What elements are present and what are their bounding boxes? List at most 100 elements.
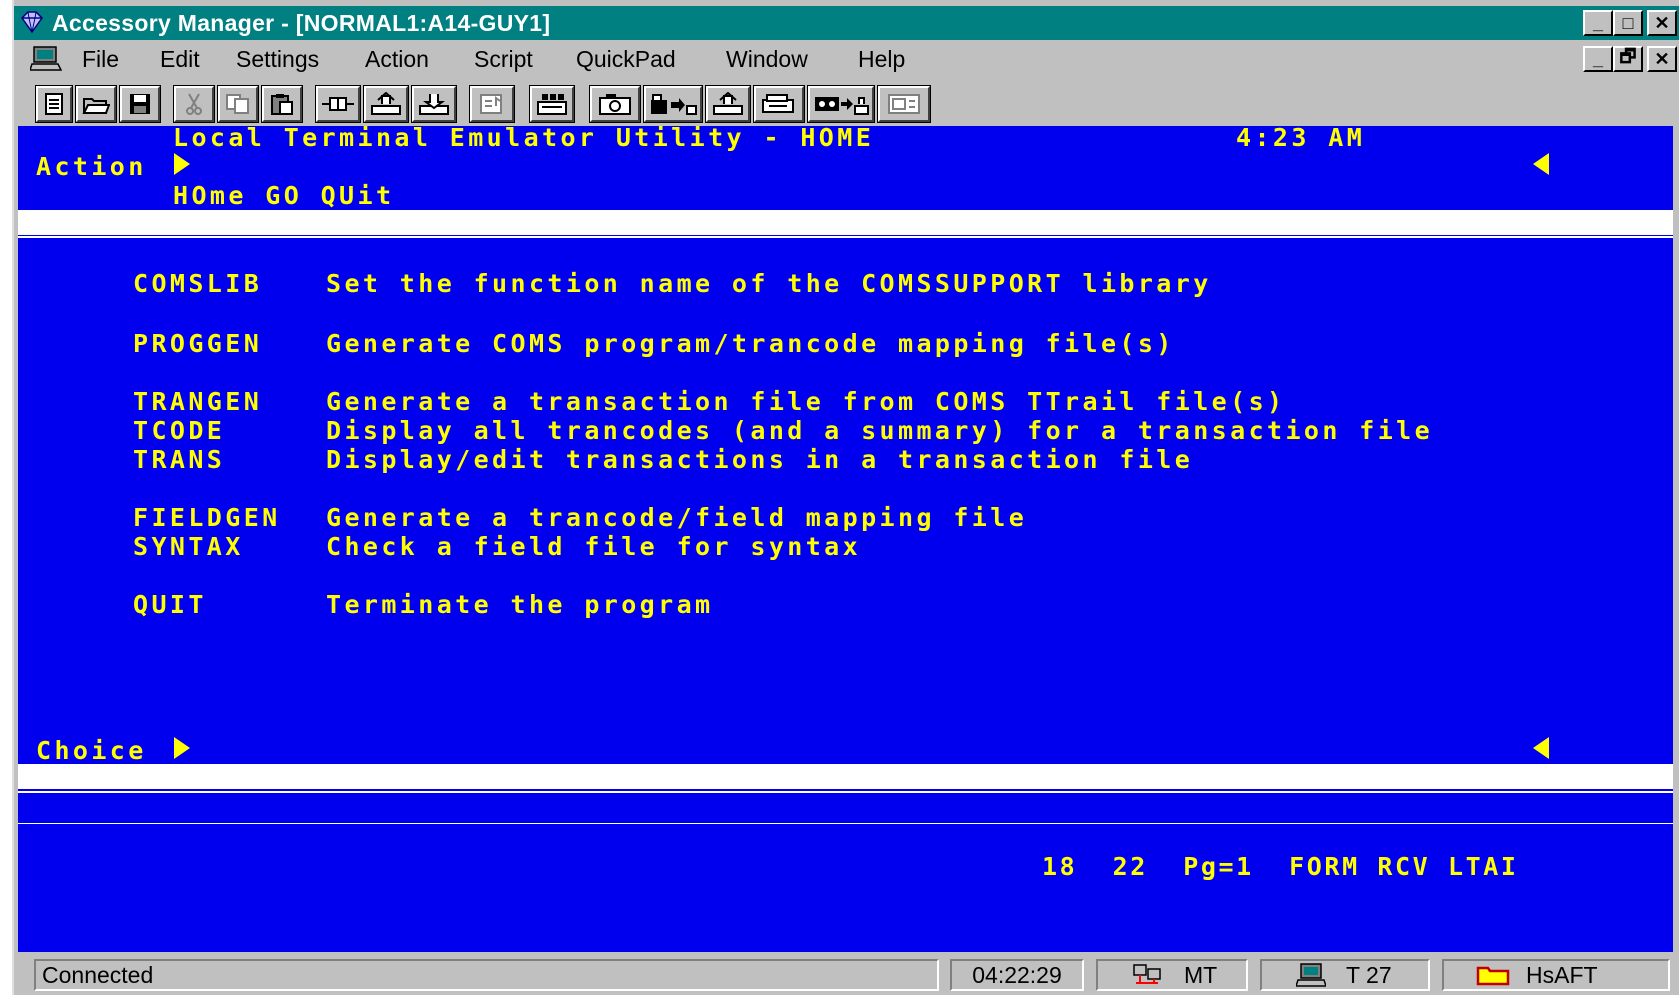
paste-icon: [271, 94, 293, 115]
save-disk-icon: [130, 94, 150, 114]
field-start-arrow-icon: [174, 153, 190, 175]
menu-file[interactable]: File: [82, 46, 119, 73]
menu-settings[interactable]: Settings: [236, 46, 319, 73]
close-icon: ✕: [1654, 48, 1670, 69]
receive-tray-icon: [419, 94, 449, 115]
print-screen-button[interactable]: [705, 85, 751, 123]
terminal-screen[interactable]: Local Terminal Emulator Utility - HOME 4…: [18, 126, 1673, 952]
window-title: Accessory Manager - [NORMAL1:A14-GUY1]: [52, 10, 551, 36]
menu-code-syntax[interactable]: SYNTAX: [133, 532, 244, 561]
menu-desc-syntax: Check a field file for syntax: [326, 532, 862, 561]
menu-script[interactable]: Script: [474, 46, 533, 73]
screen-title: Local Terminal Emulator Utility - HOME: [173, 126, 875, 152]
transfer-icon: [480, 94, 502, 114]
divider: [18, 823, 1673, 824]
flags-panel[interactable]: HsAFT: [1442, 959, 1670, 991]
open-folder-icon: [82, 98, 110, 114]
close-icon: ✕: [1654, 12, 1670, 33]
keyboard-map-button[interactable]: [529, 85, 575, 123]
clock-panel: 04:22:29: [950, 959, 1084, 991]
title-bar[interactable]: Accessory Manager - [NORMAL1:A14-GUY1] _…: [14, 6, 1679, 40]
save-button[interactable]: [119, 85, 161, 123]
restore-icon: 🗗: [1619, 46, 1637, 66]
choice-label: Choice: [36, 736, 147, 765]
child-restore-button[interactable]: 🗗: [1613, 46, 1643, 72]
send-button[interactable]: [363, 85, 409, 123]
mode-indicator: MT: [1184, 961, 1218, 988]
receive-button[interactable]: [411, 85, 457, 123]
menu-desc-trans: Display/edit transactions in a transacti…: [326, 445, 1194, 474]
settings-tray-icon: [762, 94, 794, 113]
close-button[interactable]: ✕: [1647, 10, 1677, 36]
menu-code-trans[interactable]: TRANS: [133, 445, 225, 474]
menu-code-quit[interactable]: QUIT: [133, 590, 207, 619]
maximize-icon: □: [1622, 12, 1634, 33]
cut-icon: [186, 93, 202, 115]
menu-bar: File Edit Settings Action Script QuickPa…: [14, 42, 1679, 76]
choice-input-field[interactable]: [18, 764, 1673, 789]
menu-desc-tcode: Display all trancodes (and a summary) fo…: [326, 416, 1434, 445]
cut-button[interactable]: [173, 85, 215, 123]
record-button[interactable]: [807, 85, 875, 123]
child-minimize-button[interactable]: _: [1583, 46, 1613, 72]
print-button[interactable]: [643, 85, 703, 123]
terminal-id: T 27: [1346, 961, 1392, 988]
menu-quickpad[interactable]: QuickPad: [576, 46, 676, 73]
panel-icon: [888, 94, 920, 114]
status-panel: Connected: [34, 959, 939, 991]
network-icon: [1133, 964, 1161, 984]
child-close-button[interactable]: ✕: [1647, 46, 1677, 72]
connect-button[interactable]: [315, 85, 361, 123]
menu-code-tcode[interactable]: TCODE: [133, 416, 225, 445]
record-tape-icon: [815, 97, 869, 115]
gem-app-icon[interactable]: [18, 10, 46, 40]
menu-code-comslib[interactable]: COMSLIB: [133, 269, 262, 298]
field-end-arrow-icon: [1533, 737, 1549, 759]
menu-code-trangen[interactable]: TRANGEN: [133, 387, 262, 416]
divider: [18, 791, 1673, 793]
minimize-icon: _: [1592, 48, 1603, 69]
app-window: Accessory Manager - [NORMAL1:A14-GUY1] _…: [12, 0, 1679, 995]
terminal-panel[interactable]: T 27: [1260, 959, 1430, 991]
copy-button[interactable]: [217, 85, 259, 123]
connection-status: Connected: [42, 961, 154, 988]
keyboard-map-icon: [537, 94, 567, 115]
print-screen-icon: [713, 92, 743, 115]
menu-edit[interactable]: Edit: [160, 46, 200, 73]
field-end-arrow-icon: [1533, 153, 1549, 175]
mode-panel[interactable]: MT: [1096, 959, 1248, 991]
settings-button[interactable]: [753, 85, 805, 123]
computer-system-menu-icon[interactable]: [28, 46, 63, 78]
maximize-button[interactable]: □: [1613, 10, 1643, 36]
session-flags: HsAFT: [1526, 961, 1598, 988]
menu-code-fieldgen[interactable]: FIELDGEN: [133, 503, 281, 532]
paste-button[interactable]: [261, 85, 303, 123]
menu-code-proggen[interactable]: PROGGEN: [133, 329, 262, 358]
menu-desc-proggen: Generate COMS program/trancode mapping f…: [326, 329, 1175, 358]
minimize-button[interactable]: _: [1583, 10, 1613, 36]
menu-desc-comslib: Set the function name of the COMSSUPPORT…: [326, 269, 1212, 298]
send-tray-icon: [371, 92, 401, 115]
transfer-button[interactable]: [469, 85, 515, 123]
field-start-arrow-icon: [174, 737, 190, 759]
panel-button[interactable]: [877, 85, 931, 123]
menu-help[interactable]: Help: [858, 46, 905, 73]
actions-line: HOme GO QUit: [173, 181, 395, 210]
menu-window[interactable]: Window: [726, 46, 808, 73]
folder-icon: [1476, 966, 1510, 986]
capture-button[interactable]: [589, 85, 641, 123]
minimize-icon: _: [1592, 12, 1603, 33]
divider: [18, 236, 1673, 238]
new-document-button[interactable]: [35, 85, 73, 123]
menu-desc-trangen: Generate a transaction file from COMS TT…: [326, 387, 1286, 416]
terminal-status-line: 18 22 Pg=1 FORM RCV LTAI: [1042, 852, 1519, 881]
menu-action[interactable]: Action: [365, 46, 429, 73]
status-bar: Connected 04:22:29 MT T 27 HsAFT: [14, 955, 1679, 995]
action-input-field[interactable]: [18, 210, 1673, 235]
menu-desc-quit: Terminate the program: [326, 590, 714, 619]
toolbar: [14, 82, 1679, 124]
print-tray-icon: [651, 94, 697, 115]
open-button[interactable]: [75, 85, 117, 123]
new-document-icon: [45, 93, 63, 115]
screen-time: 4:23 AM: [1236, 126, 1366, 152]
